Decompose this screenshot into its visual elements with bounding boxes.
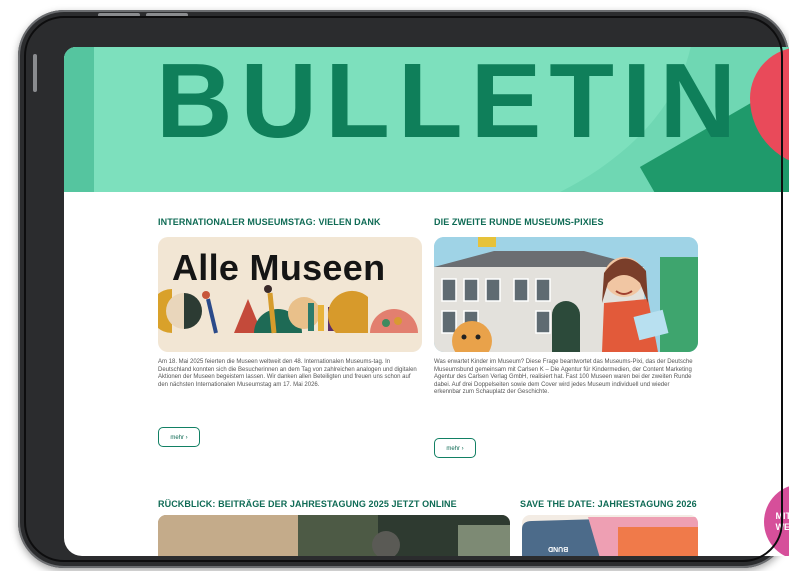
section-heading-rueckblick[interactable]: RÜCKBLICK: BEITRÄGE DER JAHRESTAGUNG 202… — [158, 499, 457, 513]
top-button — [98, 13, 140, 17]
section-heading[interactable]: DIE ZWEITE RUNDE MUSEUMS-PIXIES — [434, 217, 700, 231]
teaser-image-alle-museen[interactable]: Alle Museen — [158, 237, 422, 352]
illustration — [434, 237, 698, 352]
more-button[interactable]: mehr › — [158, 427, 200, 447]
screen: BULLETIN INTERNATIONALER MUSEUMSTAG: VIE… — [64, 47, 789, 556]
teaser-image-pixies[interactable] — [434, 237, 698, 352]
section-heading-save-the-date[interactable]: SAVE THE DATE: JAHRESTAGUNG 2026 — [520, 499, 697, 513]
tablet-device: BULLETIN INTERNATIONALER MUSEUMSTAG: VIE… — [18, 10, 789, 568]
article-body: Was erwartet Kinder im Museum? Diese Fra… — [434, 359, 693, 396]
banner-title: BULLETIN — [156, 47, 745, 160]
photo — [158, 515, 510, 556]
badge-line-2: WERDEN! — [775, 522, 789, 532]
save-the-date-image[interactable]: BUND — [522, 515, 698, 556]
section-heading[interactable]: INTERNATIONALER MUSEUMSTAG: VIELEN DANK — [158, 217, 424, 231]
top-button-2 — [146, 13, 188, 17]
graphic-label: BUND — [548, 545, 569, 552]
rueckblick-image[interactable] — [158, 515, 510, 556]
volume-button — [33, 54, 37, 92]
article-body: Am 18. Mai 2025 feierten die Museen welt… — [158, 359, 417, 388]
illustration — [158, 285, 418, 334]
article-museumstag: INTERNATIONALER MUSEUMSTAG: VIELEN DANK … — [158, 217, 424, 447]
member-badge-button[interactable]: MITGLIED WERDEN! — [764, 484, 789, 556]
bulletin-banner: BULLETIN — [64, 47, 789, 192]
badge-line-1: MITGLIED — [775, 511, 789, 521]
article-museums-pixies: DIE ZWEITE RUNDE MUSEUMS-PIXIES Was erwa… — [434, 217, 700, 458]
more-button[interactable]: mehr › — [434, 438, 476, 458]
